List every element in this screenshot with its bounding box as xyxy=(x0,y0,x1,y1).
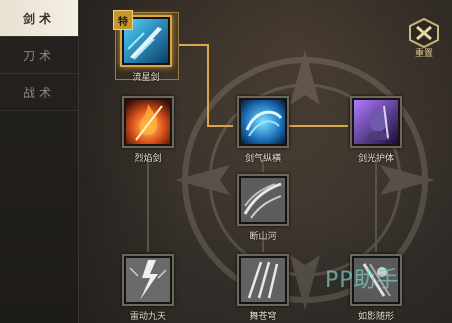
watermark-text: PP助手 xyxy=(325,268,400,293)
skill-mountain-break[interactable]: 断山河 xyxy=(233,174,293,242)
mountain-break-icon xyxy=(241,178,285,222)
sword-qi-icon xyxy=(241,100,285,144)
skill-label: 剑光护体 xyxy=(357,154,394,164)
skill-label: 剑气纵横 xyxy=(244,154,281,164)
skill-label: 雷动九天 xyxy=(129,312,166,322)
skill-icon-frame xyxy=(122,96,174,148)
reset-label: 重置 xyxy=(414,49,433,59)
skill-icon-frame xyxy=(237,254,289,306)
thunder-icon xyxy=(126,258,170,302)
skill-sword-qi[interactable]: 剑气纵横 xyxy=(233,96,293,164)
skill-label: 舞苍穹 xyxy=(249,312,277,322)
sword-guard-icon xyxy=(354,100,398,144)
skill-label: 断山河 xyxy=(249,232,277,242)
skill-icon-frame xyxy=(350,96,402,148)
skill-meteor-sword[interactable]: 特 流星剑 xyxy=(113,10,176,83)
skill-sword-guard[interactable]: 剑光护体 xyxy=(346,96,406,164)
skill-label: 流星剑 xyxy=(132,73,160,83)
reset-cross-icon xyxy=(409,18,439,48)
reset-button[interactable]: 重置 xyxy=(405,18,443,60)
skill-thunder[interactable]: 雷动九天 xyxy=(118,254,178,322)
skill-icon-frame xyxy=(122,254,174,306)
skill-flame-sword[interactable]: 烈焰剑 xyxy=(118,96,178,164)
flame-sword-icon xyxy=(126,100,170,144)
skill-icon-frame xyxy=(237,96,289,148)
special-badge: 特 xyxy=(113,10,133,30)
active-path-line xyxy=(178,44,233,127)
sky-dance-icon xyxy=(241,258,285,302)
skill-sky-dance[interactable]: 舞苍穹 xyxy=(233,254,293,322)
skill-label: 烈焰剑 xyxy=(134,154,162,164)
skill-icon-frame xyxy=(237,174,289,226)
skill-label: 如影随形 xyxy=(357,312,394,322)
